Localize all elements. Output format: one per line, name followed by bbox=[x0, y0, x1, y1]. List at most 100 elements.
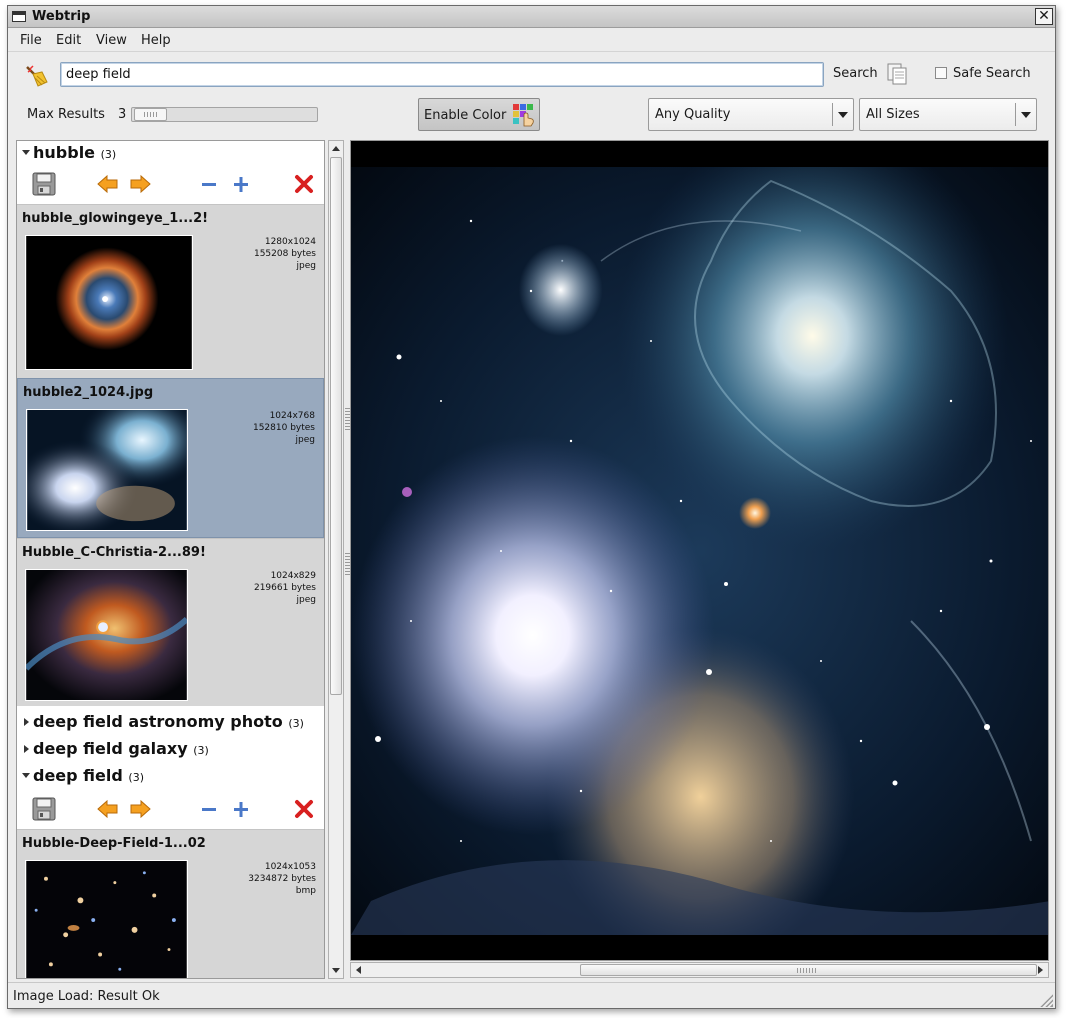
menu-view[interactable]: View bbox=[96, 33, 127, 48]
window-icon bbox=[12, 11, 26, 22]
quality-select-value: Any Quality bbox=[655, 107, 731, 122]
expander-closed-icon[interactable] bbox=[24, 745, 29, 753]
chevron-down-icon bbox=[838, 112, 848, 118]
result-meta: 1280x1024 155208 bytes jpeg bbox=[254, 236, 316, 272]
result-dimensions: 1024x768 bbox=[269, 411, 315, 421]
safe-search-checkbox[interactable] bbox=[935, 67, 947, 79]
group-count: (3) bbox=[128, 771, 144, 784]
resize-grip[interactable] bbox=[1039, 993, 1053, 1007]
result-meta: 1024x829 219661 bytes jpeg bbox=[254, 570, 316, 606]
result-item-selected[interactable]: hubble2_1024.jpg 1024x768 152810 bytes j… bbox=[17, 378, 324, 538]
result-dimensions: 1280x1024 bbox=[264, 237, 316, 247]
result-thumbnail[interactable] bbox=[25, 569, 188, 701]
max-results-slider[interactable] bbox=[131, 107, 318, 122]
broom-icon[interactable] bbox=[23, 64, 49, 88]
group-count: (3) bbox=[193, 744, 209, 757]
result-meta: 1024x768 152810 bytes jpeg bbox=[253, 410, 315, 446]
result-item[interactable]: Hubble-Deep-Field-1...02 1024x1053 32348… bbox=[17, 829, 324, 979]
max-results-value: 3 bbox=[118, 107, 127, 122]
close-button[interactable]: ✕ bbox=[1035, 8, 1053, 25]
result-size: 155208 bytes bbox=[253, 249, 316, 259]
menu-file[interactable]: File bbox=[20, 33, 42, 48]
group-toolbar bbox=[17, 168, 324, 202]
result-filename: Hubble_C-Christia-2...89! bbox=[22, 545, 206, 560]
image-viewer[interactable] bbox=[350, 140, 1049, 961]
max-results-label: Max Results bbox=[27, 107, 105, 122]
enable-color-label: Enable Color bbox=[424, 108, 507, 123]
enable-color-button[interactable]: Enable Color bbox=[418, 98, 540, 131]
size-select-value: All Sizes bbox=[866, 107, 920, 122]
delete-icon[interactable] bbox=[291, 171, 317, 197]
expander-open-icon[interactable] bbox=[22, 773, 30, 778]
combo-divider bbox=[832, 103, 833, 126]
menu-help[interactable]: Help bbox=[141, 33, 171, 48]
results-scrollbar[interactable] bbox=[328, 140, 344, 979]
result-thumbnail[interactable] bbox=[25, 235, 193, 370]
save-icon[interactable] bbox=[31, 171, 57, 197]
expander-closed-icon[interactable] bbox=[24, 718, 29, 726]
scroll-up-icon[interactable] bbox=[332, 146, 340, 151]
plus-icon[interactable] bbox=[228, 171, 254, 197]
combo-divider bbox=[1015, 103, 1016, 126]
size-select[interactable]: All Sizes bbox=[859, 98, 1037, 131]
result-item[interactable]: Hubble_C-Christia-2...89! 1024x829 21966… bbox=[17, 538, 324, 706]
result-size: 219661 bytes bbox=[253, 583, 316, 593]
document-copy-icon[interactable] bbox=[885, 62, 909, 86]
group-count: (3) bbox=[100, 148, 117, 161]
result-size: 3234872 bytes bbox=[248, 874, 316, 884]
minus-icon[interactable] bbox=[196, 171, 222, 197]
slider-thumb[interactable] bbox=[134, 108, 167, 121]
arrow-left-icon[interactable] bbox=[95, 171, 121, 197]
save-icon[interactable] bbox=[31, 796, 57, 822]
palette-icon bbox=[513, 104, 534, 127]
group-title: deep field astronomy photo bbox=[33, 712, 283, 731]
group-name: deep field (3) bbox=[33, 766, 144, 785]
result-format: bmp bbox=[295, 886, 316, 896]
group-title: hubble bbox=[33, 143, 96, 162]
results-panel: hubble (3) hubble_glowingeye_1...2! 1280… bbox=[16, 140, 325, 979]
scroll-right-icon[interactable] bbox=[1038, 966, 1043, 974]
result-dimensions: 1024x1053 bbox=[264, 862, 316, 872]
scrollbar-thumb[interactable] bbox=[580, 964, 1037, 976]
scroll-left-icon[interactable] bbox=[356, 966, 361, 974]
search-input[interactable] bbox=[60, 62, 824, 87]
scrollbar-thumb[interactable] bbox=[330, 157, 342, 695]
quality-select[interactable]: Any Quality bbox=[648, 98, 854, 131]
menu-edit[interactable]: Edit bbox=[56, 33, 81, 48]
result-thumbnail[interactable] bbox=[26, 409, 188, 531]
group-title: deep field bbox=[33, 766, 123, 785]
scroll-down-icon[interactable] bbox=[332, 968, 340, 973]
result-item[interactable]: hubble_glowingeye_1...2! 1280x1024 15520… bbox=[17, 204, 324, 378]
group-header-deep-field[interactable]: deep field (3) bbox=[17, 764, 324, 790]
group-toolbar bbox=[17, 793, 324, 827]
chevron-down-icon bbox=[1021, 112, 1031, 118]
status-text: Image Load: Result Ok bbox=[13, 989, 160, 1004]
options-row: Max Results 3 Enable Color Any Quality A… bbox=[8, 95, 1055, 137]
viewer-horizontal-scrollbar[interactable] bbox=[350, 962, 1049, 978]
group-name: deep field astronomy photo (3) bbox=[33, 712, 304, 731]
search-button[interactable]: Search bbox=[833, 66, 878, 81]
safe-search-label[interactable]: Safe Search bbox=[953, 66, 1031, 81]
search-row: Search Safe Search bbox=[8, 55, 1055, 95]
delete-icon[interactable] bbox=[291, 796, 317, 822]
result-format: jpeg bbox=[296, 261, 316, 271]
group-header-hubble[interactable]: hubble (3) bbox=[17, 141, 324, 167]
result-filename: hubble2_1024.jpg bbox=[23, 385, 154, 400]
group-count: (3) bbox=[288, 717, 304, 730]
app-window: Webtrip ✕ File Edit View Help Search Saf… bbox=[7, 5, 1056, 1009]
result-size: 152810 bytes bbox=[252, 423, 315, 433]
group-header-deep-field-astronomy-photo[interactable]: deep field astronomy photo (3) bbox=[17, 710, 324, 736]
window-title: Webtrip bbox=[32, 9, 91, 24]
arrow-left-icon[interactable] bbox=[95, 796, 121, 822]
plus-icon[interactable] bbox=[228, 796, 254, 822]
minus-icon[interactable] bbox=[196, 796, 222, 822]
arrow-right-icon[interactable] bbox=[127, 171, 153, 197]
result-format: jpeg bbox=[296, 595, 316, 605]
result-thumbnail[interactable] bbox=[25, 860, 188, 979]
arrow-right-icon[interactable] bbox=[127, 796, 153, 822]
group-name: deep field galaxy (3) bbox=[33, 739, 209, 758]
expander-open-icon[interactable] bbox=[22, 150, 30, 155]
group-header-deep-field-galaxy[interactable]: deep field galaxy (3) bbox=[17, 737, 324, 763]
status-bar: Image Load: Result Ok bbox=[8, 982, 1055, 1008]
group-name: hubble (3) bbox=[33, 143, 116, 162]
